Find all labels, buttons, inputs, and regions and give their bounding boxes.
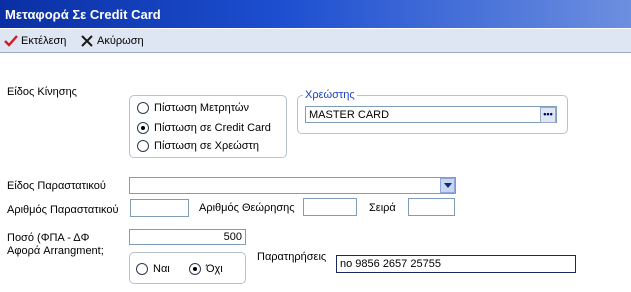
amount-label: Ποσό (ΦΠΑ - ΔΦ xyxy=(7,232,90,244)
arrangement-label: Αφορά Arrangment; xyxy=(7,245,104,257)
doc-type-dropdown-button[interactable] xyxy=(440,178,455,193)
arrangement-radio-no[interactable]: Όχι xyxy=(189,263,223,275)
radio-circle xyxy=(137,102,149,114)
doc-number-label: Αριθμός Παραστατικού xyxy=(7,204,119,216)
cancel-label: Ακύρωση xyxy=(97,35,144,47)
window-title: Μεταφορά Σε Credit Card xyxy=(0,0,631,28)
radio-circle xyxy=(136,263,148,275)
arrangement-option-label: Ναι xyxy=(153,263,170,275)
radio-circle-selected xyxy=(189,263,201,275)
arrangement-option-label: Όχι xyxy=(206,263,223,275)
amount-field[interactable]: 500 xyxy=(129,229,246,245)
movement-radio-credit-card[interactable]: Πίστωση σε Credit Card xyxy=(137,122,271,134)
doc-number-field[interactable] xyxy=(130,199,189,217)
debtor-field[interactable]: MASTER CARD xyxy=(305,106,557,123)
radio-circle-selected xyxy=(137,122,149,134)
series-field[interactable] xyxy=(408,198,455,216)
movement-option-label: Πίστωση σε Credit Card xyxy=(154,122,271,134)
chevron-down-icon xyxy=(443,183,452,188)
series-label: Σειρά xyxy=(369,202,396,214)
endorsement-number-label: Αριθμός Θεώρησης xyxy=(199,202,295,214)
doc-type-select[interactable] xyxy=(129,177,456,194)
execute-button[interactable]: Εκτέλεση xyxy=(4,33,66,49)
movement-radio-cash[interactable]: Πίστωση Μετρητών xyxy=(137,102,249,114)
movement-type-label: Είδος Κίνησης xyxy=(7,86,77,98)
execute-label: Εκτέλεση xyxy=(21,35,67,47)
notes-field[interactable]: no 9856 2657 25755 xyxy=(336,255,576,273)
close-icon xyxy=(81,35,93,47)
arrangement-radio-yes[interactable]: Ναι xyxy=(136,263,170,275)
doc-type-label: Είδος Παραστατικού xyxy=(7,180,106,192)
checkmark-icon xyxy=(4,35,18,47)
radio-circle xyxy=(137,140,149,152)
cancel-button[interactable]: Ακύρωση xyxy=(80,33,144,49)
movement-option-label: Πίστωση σε Χρεώστη xyxy=(154,140,260,152)
endorsement-number-field[interactable] xyxy=(303,198,357,216)
toolbar: Εκτέλεση Ακύρωση xyxy=(0,29,631,53)
debtor-group-title: Χρεώστης xyxy=(303,89,357,101)
notes-label: Παρατηρήσεις xyxy=(257,251,327,263)
movement-radio-debtor[interactable]: Πίστωση σε Χρεώστη xyxy=(137,140,259,152)
lookup-button[interactable]: ••• xyxy=(540,107,556,123)
movement-option-label: Πίστωση Μετρητών xyxy=(154,102,249,114)
